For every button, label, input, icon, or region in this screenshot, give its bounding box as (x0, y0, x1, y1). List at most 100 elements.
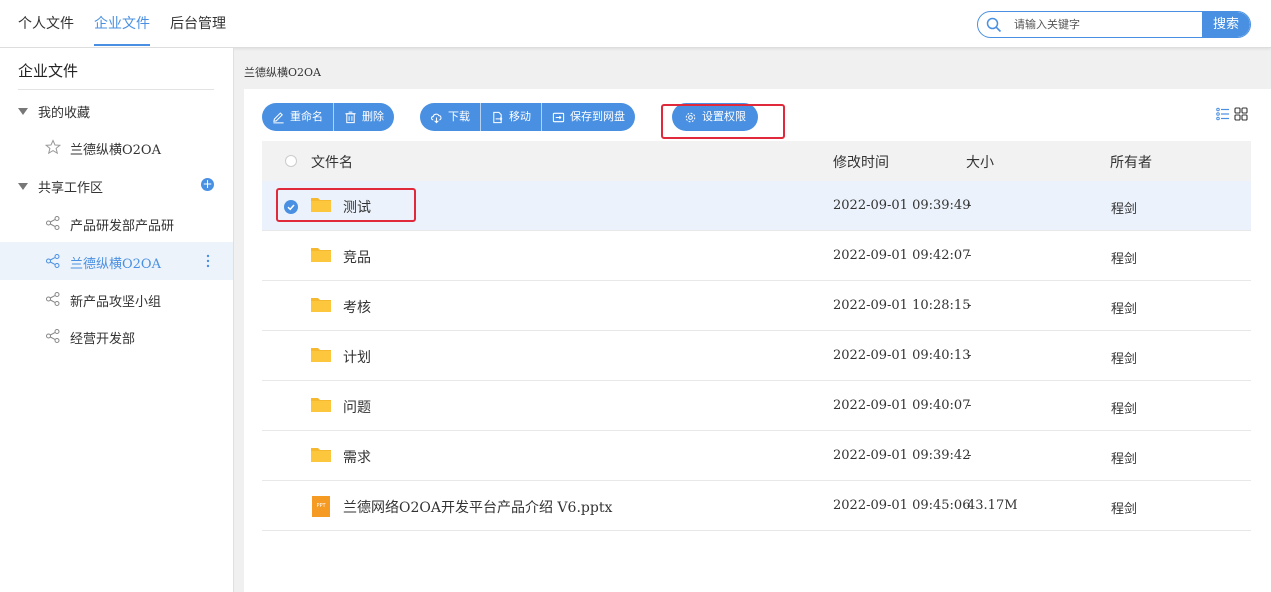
table-row[interactable]: 考核 2022-09-01 10:28:15 - 程剑 (262, 281, 1251, 331)
sidebar-divider (18, 89, 214, 90)
delete-button[interactable]: 删除 (334, 103, 394, 131)
file-name: 考核 (343, 300, 371, 316)
table-row[interactable]: PPT 兰德网络O2OA开发平台产品介绍 V6.pptx 2022-09-01 … (262, 481, 1251, 531)
file-name: 测试 (343, 200, 371, 216)
file-modified: 2022-09-01 09:39:42 (833, 448, 971, 463)
file-name: 竞品 (343, 250, 371, 266)
file-size: - (967, 248, 972, 263)
sidebar-item-workspace[interactable]: 兰德纵横O2OA (0, 242, 233, 280)
file-size: 43.17M (967, 498, 1018, 513)
folder-icon (311, 248, 331, 262)
caret-down-icon (18, 108, 28, 115)
rename-label: 重命名 (290, 110, 323, 123)
file-modified: 2022-09-01 09:40:13 (833, 348, 971, 363)
share-icon (46, 254, 60, 268)
toolbar-file-group: 下载 移动 保存到网盘 (420, 103, 635, 131)
file-name: 问题 (343, 400, 371, 416)
add-workspace-icon[interactable]: + (201, 178, 214, 191)
folder-icon (311, 348, 331, 362)
sidebar-item-label: 兰德纵横O2OA (70, 257, 161, 272)
trash-icon (345, 111, 356, 123)
move-label: 移动 (509, 110, 531, 123)
set-permission-label: 设置权限 (702, 110, 746, 123)
save-to-disk-button[interactable]: 保存到网盘 (542, 103, 635, 131)
folder-icon (311, 198, 331, 212)
tab-enterprise-files[interactable]: 企业文件 (94, 0, 150, 48)
file-modified: 2022-09-01 09:45:06 (833, 498, 971, 513)
more-vertical-icon[interactable] (205, 253, 211, 269)
sidebar-item-label: 兰德纵横O2OA (70, 143, 161, 158)
top-nav: 个人文件 企业文件 后台管理 (18, 0, 226, 48)
breadcrumb[interactable]: 兰德纵横O2OA (244, 64, 321, 80)
sidebar: 企业文件 我的收藏 兰德纵横O2OA 共享工作区 + 产品研发部产品研 兰德纵横… (0, 48, 234, 592)
share-icon (46, 216, 60, 230)
sidebar-title: 企业文件 (18, 62, 79, 80)
set-permission-button[interactable]: 设置权限 (672, 103, 758, 131)
file-size: - (967, 448, 972, 463)
table-row[interactable]: 计划 2022-09-01 09:40:13 - 程剑 (262, 331, 1251, 381)
folder-icon (311, 398, 331, 412)
sidebar-item-workspace[interactable]: 经营开发部 (0, 317, 233, 355)
star-icon (45, 139, 61, 155)
tab-personal-files[interactable]: 个人文件 (18, 0, 74, 48)
folder-icon (311, 448, 331, 462)
file-owner: 程剑 (1111, 402, 1138, 417)
header-owner[interactable]: 所有者 (1110, 152, 1152, 172)
edit-icon (273, 111, 284, 123)
table-row[interactable]: 竞品 2022-09-01 09:42:07 - 程剑 (262, 231, 1251, 281)
sidebar-item-label: 新产品攻坚小组 (70, 295, 162, 310)
cloud-download-icon (431, 113, 442, 123)
table-row[interactable]: 测试 2022-09-01 09:39:49 - 程剑 (262, 181, 1251, 231)
header-name[interactable]: 文件名 (311, 152, 353, 172)
save-to-disk-icon (552, 112, 565, 122)
file-owner: 程剑 (1111, 252, 1138, 267)
file-name: 需求 (343, 450, 371, 466)
search-icon (986, 17, 1002, 33)
share-icon (46, 329, 60, 343)
file-size: - (967, 198, 972, 213)
search-box: 搜索 (977, 11, 1251, 38)
table-header: 文件名 修改时间 大小 所有者 (262, 141, 1251, 181)
file-name: 兰德网络O2OA开发平台产品介绍 V6.pptx (343, 500, 613, 516)
sidebar-group-favorites[interactable]: 我的收藏 (18, 102, 90, 121)
rename-button[interactable]: 重命名 (262, 103, 334, 131)
table-row[interactable]: 需求 2022-09-01 09:39:42 - 程剑 (262, 431, 1251, 481)
file-modified: 2022-09-01 10:28:15 (833, 298, 971, 313)
file-owner: 程剑 (1111, 502, 1138, 517)
tab-admin[interactable]: 后台管理 (170, 0, 226, 48)
file-size: - (967, 398, 972, 413)
header-modified[interactable]: 修改时间 (833, 152, 889, 172)
search-input[interactable] (1014, 15, 1194, 34)
file-modified: 2022-09-01 09:42:07 (833, 248, 971, 263)
sidebar-item-workspace[interactable]: 产品研发部产品研 (0, 204, 233, 242)
move-file-icon (493, 111, 503, 123)
file-size: - (967, 348, 972, 363)
delete-label: 删除 (362, 110, 384, 123)
file-owner: 程剑 (1111, 452, 1138, 467)
sidebar-item-workspace[interactable]: 新产品攻坚小组 (0, 280, 233, 318)
sidebar-item-label: 经营开发部 (70, 332, 136, 347)
search-button[interactable]: 搜索 (1202, 12, 1250, 37)
list-view-icon[interactable] (1216, 107, 1230, 121)
sidebar-group-shared[interactable]: 共享工作区 (18, 177, 103, 196)
download-label: 下载 (448, 110, 470, 123)
top-bar: 个人文件 企业文件 后台管理 搜索 (0, 0, 1271, 48)
gear-icon (685, 112, 696, 122)
download-button[interactable]: 下载 (420, 103, 481, 131)
file-modified: 2022-09-01 09:39:49 (833, 198, 971, 213)
file-owner: 程剑 (1111, 202, 1138, 217)
file-panel: 重命名 删除 下载 移动 保存到网盘 设置权限 文件名 修改时间 大小 所有者 … (244, 89, 1271, 592)
file-modified: 2022-09-01 09:40:07 (833, 398, 971, 413)
table-row[interactable]: 问题 2022-09-01 09:40:07 - 程剑 (262, 381, 1251, 431)
header-size[interactable]: 大小 (966, 152, 994, 172)
share-icon (46, 292, 60, 306)
move-button[interactable]: 移动 (481, 103, 542, 131)
sidebar-item-favorite[interactable]: 兰德纵横O2OA (0, 128, 233, 166)
save-to-disk-label: 保存到网盘 (570, 110, 625, 123)
checked-icon[interactable] (284, 200, 298, 214)
select-all-radio[interactable] (285, 155, 297, 167)
ppt-file-icon: PPT (312, 496, 330, 517)
toolbar-edit-group: 重命名 删除 (262, 103, 394, 131)
grid-view-icon[interactable] (1234, 107, 1248, 121)
sidebar-item-label: 产品研发部产品研 (70, 219, 175, 234)
